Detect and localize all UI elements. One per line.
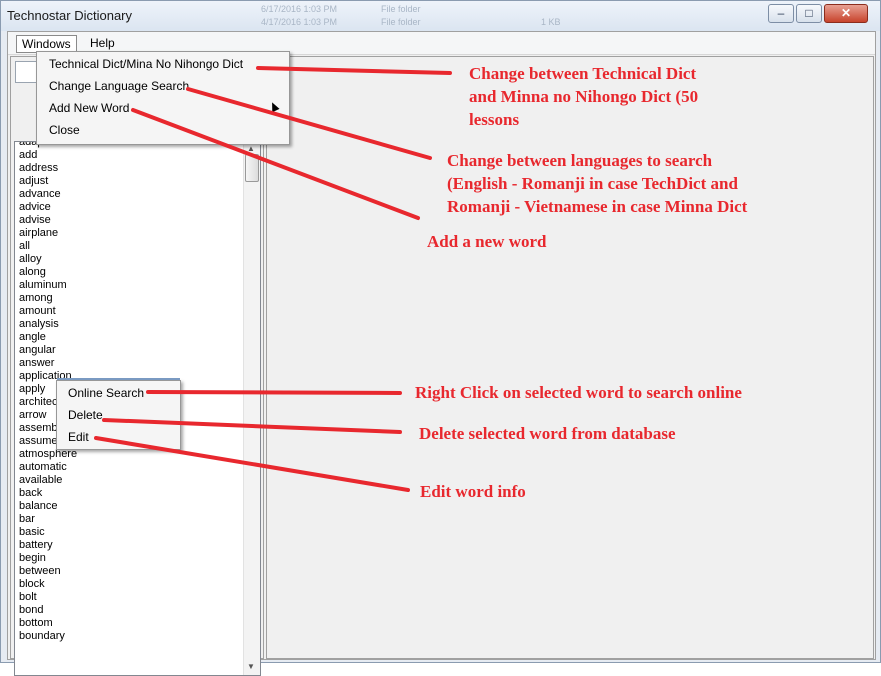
annotation-edit: Edit word info [420, 482, 526, 501]
annotation-lines [94, 66, 452, 492]
annotation-change-language: Change between languages to search (Engl… [447, 151, 748, 216]
annotation-line [256, 66, 452, 75]
annotation-line [94, 436, 410, 492]
annotation-line [131, 108, 420, 220]
annotation-switch-dictionary: Change between Technical Dict and Minna … [469, 64, 699, 129]
annotation-delete: Delete selected word from database [419, 424, 676, 443]
annotation-add-word: Add a new word [427, 232, 547, 251]
annotation-line [102, 418, 402, 434]
annotation-line [186, 87, 432, 160]
annotation-online-search: Right Click on selected word to search o… [415, 383, 742, 402]
annotation-line [146, 390, 402, 395]
scroll-down-icon[interactable]: ▼ [247, 662, 255, 671]
